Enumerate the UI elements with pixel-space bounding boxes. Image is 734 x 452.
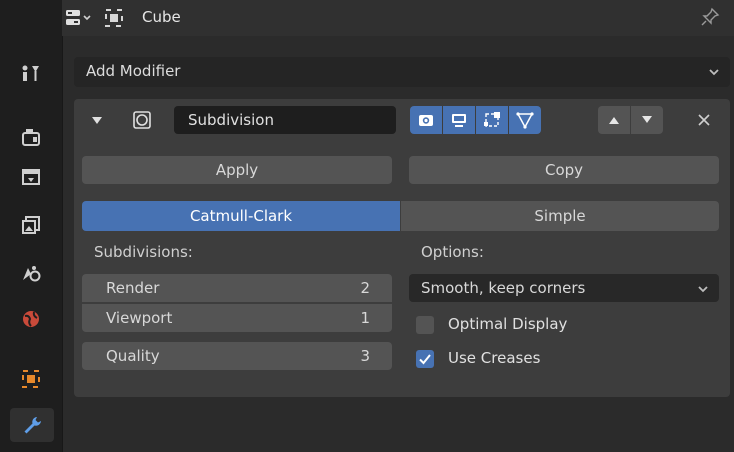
tab-render[interactable] [14, 120, 48, 154]
show-render-toggle[interactable] [410, 106, 442, 134]
move-down-button[interactable] [631, 106, 663, 134]
chevron-down-icon [698, 286, 708, 293]
add-modifier-dropdown[interactable]: Add Modifier [74, 57, 730, 87]
viewport-levels-field[interactable]: Viewport 1 [82, 304, 392, 332]
checkmark-icon [419, 354, 431, 365]
use-creases-box[interactable] [416, 350, 434, 368]
uv-smooth-dropdown[interactable]: Smooth, keep corners [409, 274, 719, 302]
optimal-display-checkbox[interactable]: Optimal Display [416, 313, 716, 337]
on-cage-icon [516, 112, 534, 129]
render-levels-value: 2 [360, 279, 370, 297]
show-edit-mode-toggle[interactable] [476, 106, 508, 134]
catmull-clark-option[interactable]: Catmull-Clark [82, 201, 400, 231]
copy-button[interactable]: Copy [409, 156, 719, 184]
tab-tool[interactable] [14, 56, 48, 90]
scene-icon [23, 266, 41, 282]
properties-editor: Cube Add Modifier Subdivision Apply Copy… [0, 0, 734, 452]
visibility-toggles [410, 106, 541, 134]
properties-header: Cube [62, 0, 734, 36]
use-creases-label: Use Creases [448, 349, 541, 367]
tab-scene[interactable] [14, 256, 48, 290]
uv-smooth-value: Smooth, keep corners [421, 279, 586, 297]
collapse-triangle-icon[interactable] [92, 115, 102, 125]
subdivisions-label: Subdivisions: [94, 243, 193, 261]
tab-modifiers[interactable] [10, 408, 54, 442]
object-icon [22, 370, 40, 388]
viewport-levels-label: Viewport [106, 309, 173, 327]
tab-strip-divider [62, 0, 63, 452]
view-layer-icon [22, 216, 40, 234]
on-cage-toggle[interactable] [509, 106, 541, 134]
arrow-up-icon [609, 117, 619, 124]
tab-output[interactable] [14, 160, 48, 194]
editor-type-button[interactable] [62, 4, 96, 32]
properties-tab-strip [0, 0, 63, 452]
move-up-button[interactable] [598, 106, 630, 134]
arrow-down-icon [642, 116, 652, 123]
use-creases-checkbox[interactable]: Use Creases [416, 347, 716, 371]
tool-icon [22, 65, 39, 81]
render-levels-field[interactable]: Render 2 [82, 274, 392, 302]
quality-value: 3 [360, 347, 370, 365]
tab-world[interactable] [14, 302, 48, 336]
modifier-header: Subdivision [74, 99, 730, 141]
object-type-icon [105, 9, 123, 27]
modifier-name-field[interactable]: Subdivision [174, 106, 396, 134]
add-modifier-label: Add Modifier [86, 62, 181, 80]
apply-button[interactable]: Apply [82, 156, 392, 184]
options-label: Options: [421, 243, 484, 261]
modifier-name: Subdivision [188, 111, 274, 129]
optimal-display-label: Optimal Display [448, 315, 568, 333]
edit-mode-icon [484, 112, 500, 127]
quality-field[interactable]: Quality 3 [82, 342, 392, 370]
world-icon [23, 311, 39, 327]
show-viewport-toggle[interactable] [443, 106, 475, 134]
subdivision-modifier-panel: Subdivision Apply Copy Catmull-Clark Sim… [74, 99, 730, 397]
camera-icon [419, 115, 433, 126]
close-icon[interactable] [696, 112, 712, 128]
editor-type-icon [66, 10, 91, 25]
tab-object[interactable] [14, 362, 48, 396]
monitor-icon [452, 114, 466, 127]
object-name: Cube [142, 8, 181, 26]
chevron-down-icon [709, 69, 719, 76]
render-icon [22, 129, 40, 146]
quality-label: Quality [106, 347, 160, 365]
modifier-wrench-icon [24, 417, 41, 434]
tab-view-layer[interactable] [14, 208, 48, 242]
move-modifier-buttons [598, 106, 664, 134]
render-levels-label: Render [106, 279, 160, 297]
output-icon [22, 169, 40, 185]
viewport-levels-value: 1 [360, 309, 370, 327]
optimal-display-box[interactable] [416, 316, 434, 334]
pin-icon[interactable] [700, 7, 720, 27]
subdivision-surface-icon [133, 111, 151, 129]
simple-option[interactable]: Simple [401, 201, 719, 231]
